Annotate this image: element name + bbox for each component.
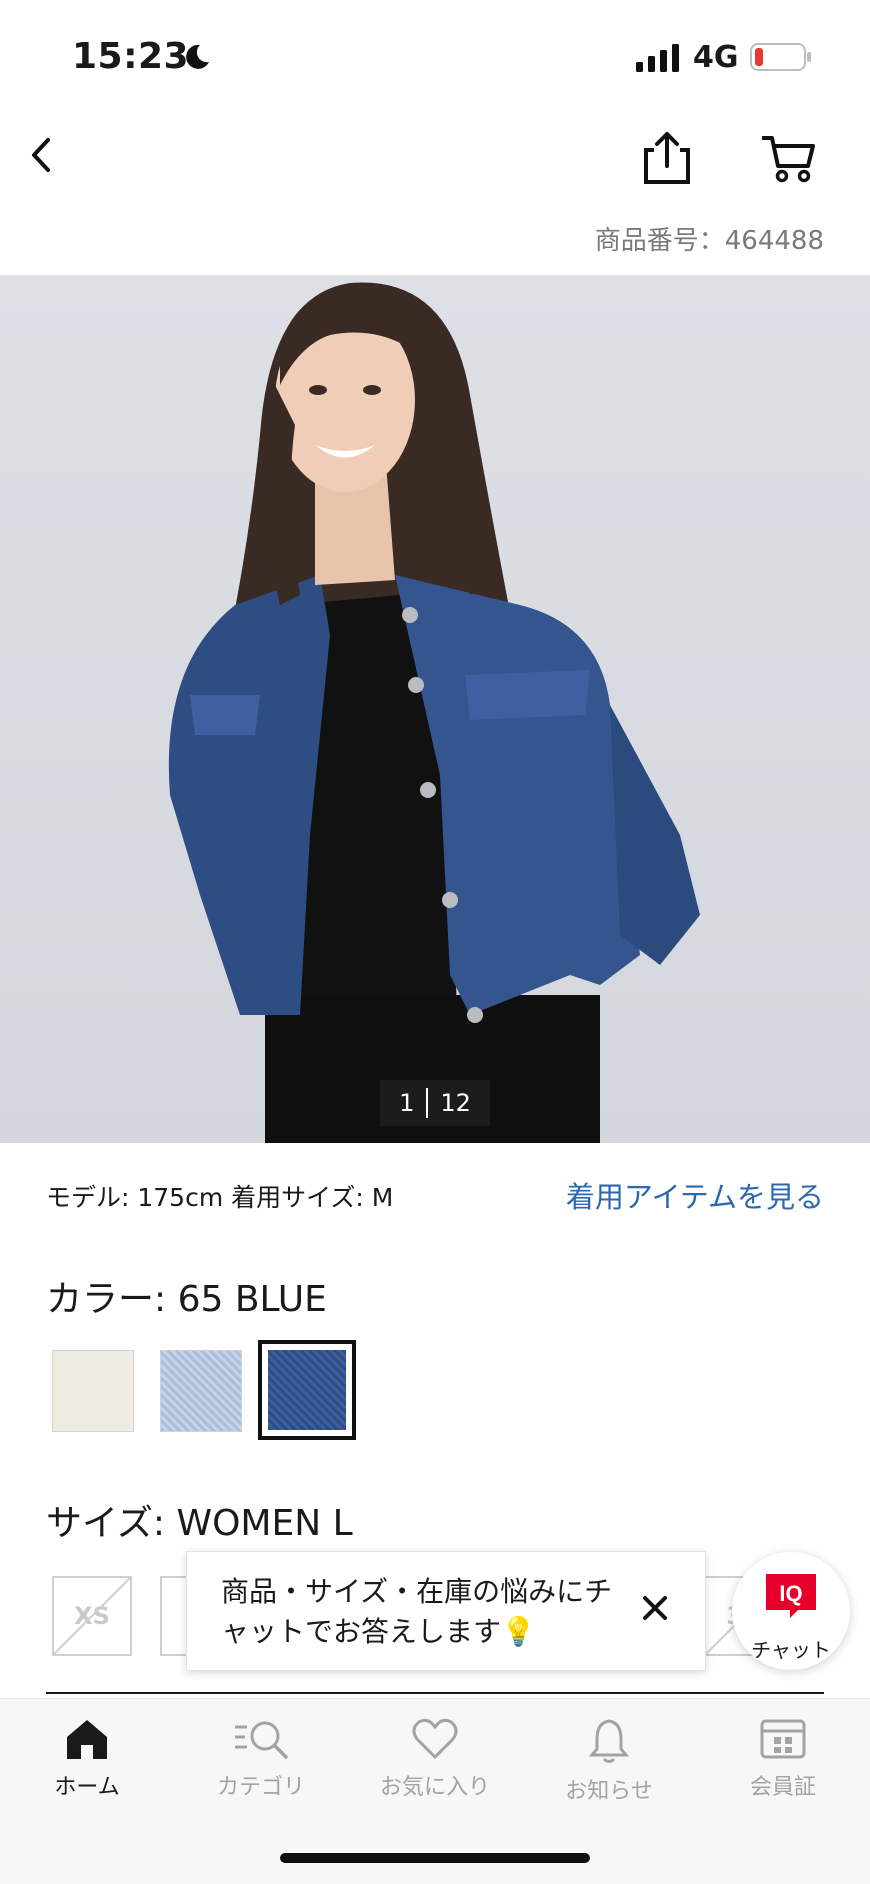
tab-home[interactable]: ホーム bbox=[0, 1717, 174, 1801]
cart-icon[interactable] bbox=[758, 130, 818, 186]
home-icon bbox=[67, 1720, 107, 1759]
back-icon[interactable] bbox=[24, 130, 60, 180]
tab-home-label: ホーム bbox=[54, 1775, 120, 1800]
color-label: カラー: 65 BLUE bbox=[46, 1279, 327, 1320]
color-swatch-light-blue[interactable] bbox=[160, 1350, 242, 1432]
chat-button[interactable]: IQ チャット bbox=[732, 1552, 850, 1670]
section-divider bbox=[46, 1692, 824, 1694]
category-search-icon bbox=[235, 1721, 288, 1759]
image-counter-total: 12 bbox=[440, 1089, 471, 1117]
moon-icon bbox=[186, 44, 209, 69]
product-image[interactable] bbox=[0, 275, 870, 1143]
tab-notifications-label: お知らせ bbox=[565, 1779, 653, 1804]
color-swatch-off-white[interactable] bbox=[52, 1350, 134, 1432]
see-worn-items-link[interactable]: 着用アイテムを見る bbox=[566, 1174, 824, 1216]
battery-icon bbox=[750, 43, 811, 71]
color-swatch-blue[interactable] bbox=[268, 1350, 346, 1430]
tab-member-card[interactable]: 会員証 bbox=[696, 1717, 870, 1801]
iq-logo-icon: IQ bbox=[766, 1574, 816, 1618]
signal-icon bbox=[636, 44, 679, 72]
image-counter-divider bbox=[426, 1088, 429, 1118]
nav-bar bbox=[0, 110, 870, 210]
model-size-info: モデル: 175cm 着用サイズ: M bbox=[46, 1183, 394, 1212]
unavailable-slash bbox=[54, 1578, 130, 1654]
bell-icon bbox=[588, 1719, 630, 1763]
image-counter-current: 1 bbox=[399, 1089, 415, 1117]
product-number: 商品番号：464488 bbox=[594, 226, 824, 256]
status-time: 15:23 bbox=[72, 36, 190, 77]
tab-member-card-label: 会員証 bbox=[749, 1775, 816, 1800]
network-type: 4G bbox=[693, 40, 739, 75]
chat-tooltip-message: 商品・サイズ・在庫の悩みにチャットでお答えします💡 bbox=[221, 1575, 613, 1648]
heart-icon bbox=[412, 1718, 458, 1760]
image-counter: 1 12 bbox=[380, 1080, 490, 1126]
close-icon[interactable] bbox=[637, 1590, 673, 1626]
chat-tooltip: 商品・サイズ・在庫の悩みにチャットでお答えします💡 bbox=[186, 1551, 706, 1671]
member-card-icon bbox=[760, 1719, 806, 1759]
svg-text:IQ: IQ bbox=[779, 1581, 802, 1606]
tab-category[interactable]: カテゴリ bbox=[174, 1717, 348, 1801]
tab-favorites-label: お気に入り bbox=[379, 1775, 490, 1800]
tab-notifications[interactable]: お知らせ bbox=[522, 1717, 696, 1805]
tab-category-label: カテゴリ bbox=[216, 1775, 305, 1800]
status-bar: 15:23 4G bbox=[0, 0, 870, 110]
share-icon[interactable] bbox=[640, 128, 694, 188]
size-label: サイズ: WOMEN L bbox=[46, 1503, 353, 1544]
tab-favorites[interactable]: お気に入り bbox=[348, 1717, 522, 1801]
model-photo bbox=[168, 282, 700, 1143]
size-option-xs[interactable]: XS bbox=[52, 1576, 132, 1656]
home-indicator[interactable] bbox=[280, 1853, 590, 1863]
chat-button-label: チャット bbox=[751, 1638, 831, 1662]
